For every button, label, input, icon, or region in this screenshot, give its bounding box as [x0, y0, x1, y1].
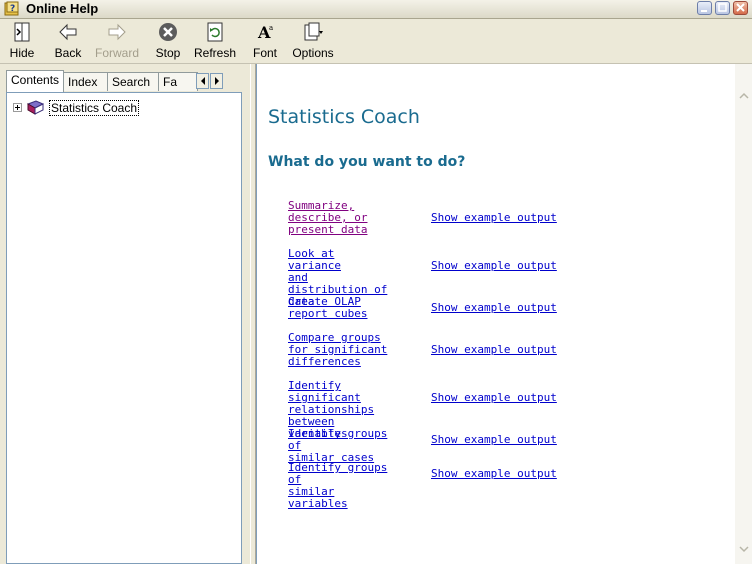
forward-label: Forward — [94, 46, 139, 60]
svg-text:a: a — [269, 24, 273, 32]
help-window: ? Online Help Hide Back Forward Stop Ref… — [0, 0, 752, 564]
scroll-down-icon[interactable] — [739, 545, 749, 553]
tab-index[interactable]: Index — [63, 72, 108, 91]
tree-item-label[interactable]: Statistics Coach — [49, 100, 140, 116]
task-line: differences — [288, 355, 361, 368]
book-icon — [27, 100, 44, 115]
show-example-link[interactable]: Show example output — [431, 302, 557, 314]
task-line: present data — [288, 223, 368, 236]
show-example-link[interactable]: Show example output — [431, 260, 557, 272]
toolbar: Hide Back Forward Stop Refresh A a Font … — [0, 19, 752, 64]
arrow-left-icon — [201, 77, 205, 85]
close-button[interactable] — [733, 1, 748, 15]
nav-tab-strip: Contents Index Search Fa — [6, 70, 246, 92]
contents-tree[interactable]: Statistics Coach — [6, 92, 242, 564]
close-icon — [736, 3, 745, 12]
refresh-label: Refresh — [193, 46, 237, 60]
hide-label: Hide — [9, 46, 35, 60]
minimize-icon — [701, 10, 707, 12]
tree-item-statistics-coach[interactable]: Statistics Coach — [11, 99, 231, 117]
show-example-link[interactable]: Show example output — [431, 344, 557, 356]
options-icon — [304, 22, 323, 41]
tab-contents[interactable]: Contents — [6, 70, 64, 92]
task-link-compare-groups[interactable]: Compare groups for significant differences — [288, 332, 388, 368]
back-button[interactable]: Back — [48, 21, 88, 61]
task-line: Identify significant — [288, 379, 361, 404]
refresh-button[interactable]: Refresh — [193, 21, 237, 61]
title-bar[interactable]: ? Online Help — [0, 0, 752, 19]
stop-label: Stop — [155, 46, 181, 60]
tab-scroll-left-button[interactable] — [196, 73, 209, 89]
back-arrow-icon — [59, 23, 77, 41]
task-link-olap[interactable]: Create OLAP report cubes — [288, 296, 388, 320]
options-label: Options — [292, 46, 334, 60]
hide-icon — [14, 22, 30, 42]
tab-contents-label: Contents — [11, 73, 60, 87]
font-button[interactable]: A a Font — [245, 21, 285, 61]
tab-index-label: Index — [68, 75, 98, 89]
options-button[interactable]: Options — [291, 21, 335, 61]
maximize-button[interactable] — [715, 1, 730, 15]
task-line: report cubes — [288, 307, 368, 320]
stop-button[interactable]: Stop — [148, 21, 188, 61]
task-link-similar-cases[interactable]: Identify groups of similar cases — [288, 428, 388, 464]
task-link-similar-variables[interactable]: Identify groups of similar variables — [288, 462, 388, 510]
tab-favorites-label: Fa — [163, 75, 178, 89]
minimize-button[interactable] — [697, 1, 712, 15]
show-example-link[interactable]: Show example output — [431, 434, 557, 446]
page-title: Statistics Coach — [268, 106, 420, 128]
tab-scroll-right-button[interactable] — [210, 73, 223, 89]
show-example-link[interactable]: Show example output — [431, 392, 557, 404]
forward-button[interactable]: Forward — [92, 21, 142, 61]
font-icon: A a — [257, 23, 273, 42]
task-line: Identify groups of — [288, 427, 388, 452]
task-link-summarize[interactable]: Summarize, describe, or present data — [288, 200, 388, 236]
expand-plus-icon[interactable] — [13, 103, 22, 112]
task-line: similar variables — [288, 485, 348, 510]
svg-text:?: ? — [10, 4, 15, 14]
refresh-icon — [207, 22, 223, 42]
navigation-pane: Contents Index Search Fa Statistics Coac… — [0, 64, 250, 564]
hide-button[interactable]: Hide — [2, 21, 42, 61]
task-line: and distribution of — [288, 271, 388, 296]
show-example-link[interactable]: Show example output — [431, 468, 557, 480]
stop-icon — [159, 23, 177, 41]
task-line: Identify groups of — [288, 461, 388, 486]
task-line: Look at variance — [288, 247, 341, 272]
scroll-up-icon[interactable] — [739, 92, 749, 100]
maximize-icon — [718, 3, 727, 12]
tab-search[interactable]: Search — [107, 72, 159, 91]
tab-favorites[interactable]: Fa — [158, 72, 198, 91]
back-label: Back — [54, 46, 82, 60]
topic-content-pane: Statistics Coach What do you want to do?… — [256, 64, 752, 564]
help-book-icon: ? — [4, 1, 19, 16]
forward-arrow-icon — [108, 23, 126, 41]
vertical-scrollbar[interactable] — [735, 64, 752, 564]
arrow-right-icon — [215, 77, 219, 85]
show-example-link[interactable]: Show example output — [431, 212, 557, 224]
font-label: Font — [252, 46, 277, 60]
page-subtitle: What do you want to do? — [268, 154, 466, 170]
window-title: Online Help — [26, 1, 99, 16]
tab-search-label: Search — [112, 75, 151, 89]
